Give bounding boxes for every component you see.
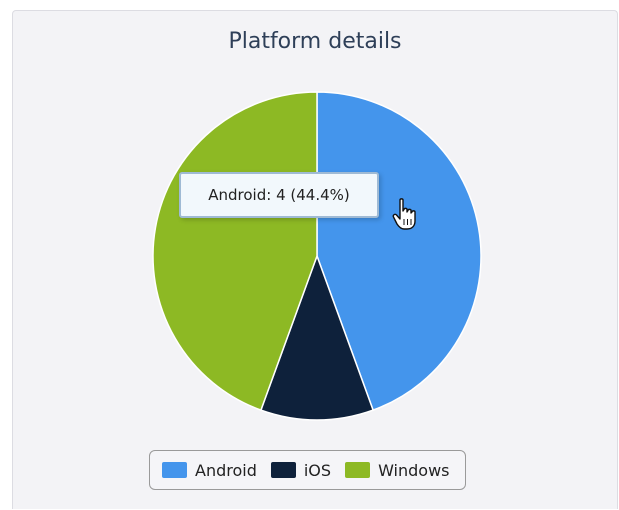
legend-item-android[interactable]: Android — [162, 461, 257, 480]
chart-tooltip: Android: 4 (44.4%) — [179, 172, 379, 218]
legend-swatch — [270, 462, 296, 478]
pie-chart — [152, 91, 482, 421]
legend-swatch — [162, 462, 187, 478]
legend-label: iOS — [303, 460, 332, 480]
legend-label: Android — [195, 460, 257, 480]
chart-legend: Android iOS Windows — [149, 450, 467, 490]
chart-panel: Platform details Android iOS Windows Andro… — [12, 10, 618, 509]
legend-item-ios[interactable]: iOS — [270, 460, 332, 480]
legend-swatch — [345, 462, 371, 478]
hand-pointer-icon — [392, 198, 416, 230]
legend-label: Windows — [378, 460, 450, 480]
legend-item-windows[interactable]: Windows — [345, 461, 449, 480]
